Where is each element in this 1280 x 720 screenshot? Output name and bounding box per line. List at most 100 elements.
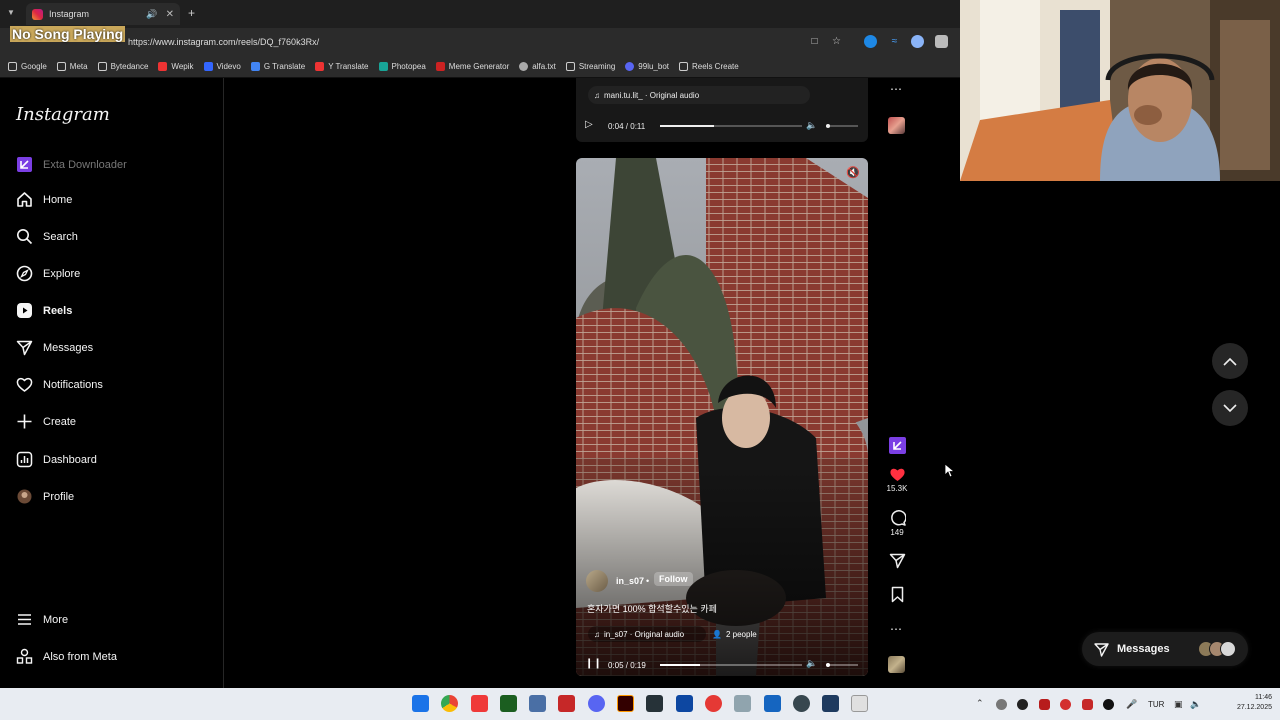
bookmark-item[interactable]: G Translate xyxy=(250,62,306,71)
bookmark-item[interactable]: Meme Generator xyxy=(435,62,509,71)
sidebar-item-home[interactable]: Home xyxy=(16,191,72,208)
reel-progress-track[interactable] xyxy=(660,664,802,666)
pause-icon[interactable]: ❙❙ xyxy=(585,658,602,669)
bookmark-item[interactable]: Google xyxy=(8,62,47,71)
keyboard-language[interactable]: TUR xyxy=(1148,700,1164,709)
new-tab-button[interactable]: + xyxy=(188,6,195,20)
messages-floating-button[interactable]: Messages xyxy=(1082,632,1248,666)
sidebar-item-dashboard[interactable]: Dashboard xyxy=(16,451,97,468)
app-icon[interactable] xyxy=(851,695,868,712)
network-icon[interactable]: ▣ xyxy=(1174,699,1183,710)
file-explorer-icon[interactable] xyxy=(734,695,751,712)
more-options-icon[interactable]: ⋯ xyxy=(890,82,903,96)
previous-reel[interactable]: ♫ mani.tu.lit_ · Original audio ▷ 0:04 /… xyxy=(576,78,868,142)
bookmark-item[interactable]: Streaming xyxy=(565,62,615,71)
bookmark-item[interactable]: Reels Create xyxy=(679,62,739,71)
sidebar-item-create[interactable]: Create xyxy=(16,413,76,430)
bookmark-label: alfa.txt xyxy=(532,62,556,71)
tray-app-icon[interactable] xyxy=(1039,699,1050,710)
more-options-icon[interactable]: ⋯ xyxy=(890,622,903,636)
save-button[interactable] xyxy=(884,586,910,605)
volume-slider[interactable] xyxy=(826,124,858,128)
terminal-icon[interactable] xyxy=(500,695,517,712)
reel-audio-thumbnail[interactable] xyxy=(888,656,905,673)
tray-app-icon[interactable] xyxy=(1103,699,1114,710)
sidebar-item-label: Create xyxy=(43,415,77,428)
reel-author-avatar[interactable] xyxy=(586,570,608,592)
app-icon[interactable] xyxy=(646,695,663,712)
music-note-icon: ♫ xyxy=(594,90,600,100)
previous-reel-progress-track[interactable] xyxy=(660,125,802,127)
tab-close-icon[interactable]: ✕ xyxy=(166,9,174,20)
sidebar-item-exta-downloader[interactable]: Exta Downloader xyxy=(16,156,127,173)
volume-icon[interactable]: 🔈 xyxy=(806,120,817,131)
comment-button[interactable]: 149 xyxy=(884,509,910,537)
muted-speaker-icon[interactable]: 🔇 xyxy=(846,166,860,179)
profile-avatar-icon[interactable] xyxy=(911,35,924,48)
share-button[interactable] xyxy=(884,552,910,571)
tab-audio-icon[interactable]: 🔊 xyxy=(146,9,157,20)
chrome-icon[interactable] xyxy=(441,695,458,712)
browser-tab-instagram[interactable]: Instagram 🔊 ✕ xyxy=(26,3,180,25)
tagged-people-chip[interactable]: 👤 2 people xyxy=(706,626,757,642)
tray-app-icon[interactable] xyxy=(1017,699,1028,710)
sidebar-item-reels[interactable]: Reels xyxy=(16,302,72,319)
previous-reel-audio-chip[interactable]: ♫ mani.tu.lit_ · Original audio xyxy=(588,86,810,104)
sidebar-item-profile[interactable]: Profile xyxy=(16,488,74,505)
sidebar-item-search[interactable]: Search xyxy=(16,228,78,245)
bookmark-item[interactable]: Wepik xyxy=(158,62,194,71)
bookmark-item[interactable]: alfa.txt xyxy=(519,62,556,71)
app-icon[interactable] xyxy=(676,695,693,712)
bookmark-item[interactable]: Meta xyxy=(56,62,88,71)
extension-icon[interactable] xyxy=(864,35,877,48)
current-reel-video[interactable]: 🔇 in_s07 • Follow 혼자가면 100% 합석할수있는 카페 ♫ … xyxy=(576,158,868,676)
play-icon[interactable]: ▷ xyxy=(585,119,593,130)
tray-app-icon[interactable] xyxy=(1082,699,1093,710)
bookmark-item[interactable]: Photopea xyxy=(378,62,426,71)
sidebar-item-also-from-meta[interactable]: Also from Meta xyxy=(16,648,117,665)
steam-icon[interactable] xyxy=(822,695,839,712)
tray-app-icon[interactable] xyxy=(1060,699,1071,710)
filezilla-icon[interactable] xyxy=(558,695,575,712)
windows-start-icon[interactable] xyxy=(412,695,429,712)
url-field[interactable]: https://www.instagram.com/reels/DQ_f760k… xyxy=(128,37,319,47)
like-button[interactable]: 15.3K xyxy=(884,466,910,493)
microphone-icon[interactable]: 🎤 xyxy=(1126,699,1137,710)
volume-icon[interactable]: 🔈 xyxy=(1190,699,1201,710)
exta-download-button[interactable] xyxy=(884,437,910,456)
bookmark-star-icon[interactable]: ☆ xyxy=(830,35,843,48)
bookmark-item[interactable]: Videvo xyxy=(203,62,241,71)
reel-audio-chip[interactable]: ♫ in_s07 · Original audio xyxy=(588,626,706,642)
previous-reel-audio-thumbnail[interactable] xyxy=(888,117,905,134)
taskbar-clock[interactable]: 11:46 27.12.2025 xyxy=(1237,693,1272,713)
install-app-icon[interactable]: □ xyxy=(808,35,821,48)
tray-app-icon[interactable] xyxy=(996,699,1007,710)
discord-icon[interactable] xyxy=(588,695,605,712)
bookmark-item[interactable]: Y Translate xyxy=(315,62,369,71)
bookmark-label: G Translate xyxy=(263,62,306,71)
illustrator-icon[interactable] xyxy=(617,695,634,712)
reel-author-username[interactable]: in_s07 xyxy=(616,576,644,586)
app-icon[interactable] xyxy=(705,695,722,712)
bookmark-item[interactable]: Bytedance xyxy=(97,62,148,71)
outlook-icon[interactable] xyxy=(764,695,781,712)
shield-extension-icon[interactable] xyxy=(935,35,948,48)
volume-icon[interactable]: 🔈 xyxy=(806,658,817,669)
sidebar-item-notifications[interactable]: Notifications xyxy=(16,376,103,393)
sidebar-item-messages[interactable]: Messages xyxy=(16,339,93,356)
mouse-cursor-icon xyxy=(944,463,954,478)
follow-button[interactable]: Follow xyxy=(654,572,693,586)
previous-reel-button[interactable] xyxy=(1212,343,1248,379)
tab-list-chevron-icon[interactable]: ▼ xyxy=(7,8,15,17)
instagram-logo[interactable]: Instagram xyxy=(16,104,110,125)
volume-slider[interactable] xyxy=(826,663,858,667)
app-icon[interactable] xyxy=(793,695,810,712)
vivaldi-icon[interactable] xyxy=(471,695,488,712)
sidebar-item-more[interactable]: More xyxy=(16,611,68,628)
next-reel-button[interactable] xyxy=(1212,390,1248,426)
bookmark-item[interactable]: 99lu_bot xyxy=(625,62,669,71)
app-icon[interactable] xyxy=(529,695,546,712)
extension-audio-icon[interactable]: ≈ xyxy=(888,35,901,48)
sidebar-item-explore[interactable]: Explore xyxy=(16,265,80,282)
tray-chevron-up-icon[interactable]: ⌃ xyxy=(976,698,984,709)
